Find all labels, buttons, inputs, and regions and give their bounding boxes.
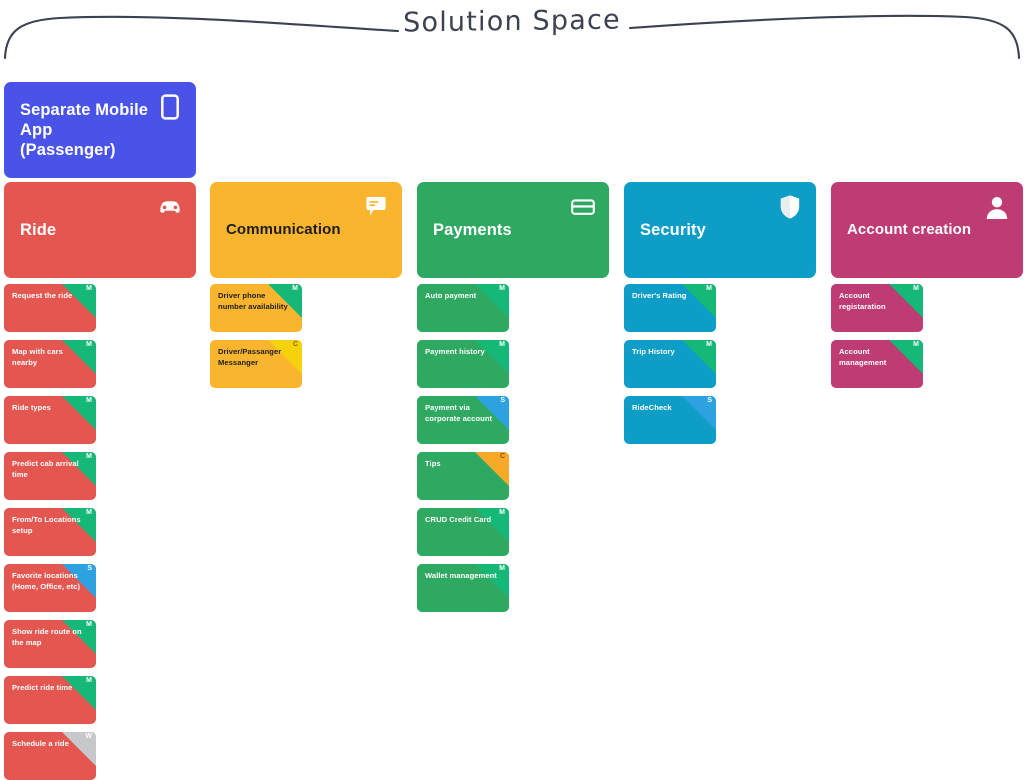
story-card[interactable]: M Request the ride	[4, 284, 96, 332]
epic-card-ride[interactable]: Ride	[4, 182, 196, 278]
story-grid-ride: M Request the ride M Map with cars nearby M R…	[4, 284, 196, 780]
epic-title: Security	[640, 220, 706, 239]
story-label: Ride types	[12, 403, 51, 412]
priority-badge-letter: M	[86, 677, 92, 684]
story-card[interactable]: M Show ride route on the map	[4, 620, 96, 668]
story-label: Trip History	[632, 347, 675, 356]
story-card[interactable]: M CRUD Credit Card	[417, 508, 509, 556]
priority-badge-letter: M	[292, 285, 298, 292]
story-label: Request the ride	[12, 291, 73, 300]
priority-badge-letter: M	[499, 285, 505, 292]
story-card[interactable]: M Auto payment	[417, 284, 509, 332]
story-card[interactable]: S Payment via corporate account	[417, 396, 509, 444]
story-label: Payment history	[425, 347, 485, 356]
story-label: Payment via corporate account	[425, 403, 493, 423]
user-icon	[984, 194, 1010, 220]
story-card[interactable]: M Predict ride time	[4, 676, 96, 724]
story-grid-payments: M Auto payment M Payment history S Payment vi…	[417, 284, 609, 612]
story-label: Driver's Rating	[632, 291, 687, 300]
story-label: Predict ride time	[12, 683, 73, 692]
priority-badge-letter: S	[707, 397, 712, 404]
epic-title: Payments	[433, 220, 512, 239]
story-label: Favorite locations (Home, Office, etc)	[12, 571, 81, 591]
priority-badge-letter: C	[499, 453, 505, 460]
priority-badge-letter: M	[86, 285, 92, 292]
epic-card-account-creation[interactable]: Account creation	[831, 182, 1023, 278]
story-card[interactable]: M Wallet management	[417, 564, 509, 612]
story-card[interactable]: M Predict cab arrival time	[4, 452, 96, 500]
story-label: Tips	[425, 459, 441, 468]
priority-badge-letter: M	[706, 341, 712, 348]
card-separate-mobile-app[interactable]: Separate Mobile App (Passenger)	[4, 82, 196, 178]
priority-badge-letter: M	[86, 397, 92, 404]
priority-badge-letter: M	[913, 341, 919, 348]
story-card[interactable]: C Tips	[417, 452, 509, 500]
story-card[interactable]: M Driver's Rating	[624, 284, 716, 332]
story-label: Schedule a ride	[12, 739, 69, 748]
priority-badge-letter: S	[87, 565, 92, 572]
priority-badge-letter: C	[292, 341, 298, 348]
story-grid-security: M Driver's Rating M Trip History S RideCheck	[624, 284, 816, 444]
story-label: Wallet management	[425, 571, 497, 580]
priority-badge-letter: M	[499, 565, 505, 572]
epic-card-security[interactable]: Security	[624, 182, 816, 278]
solution-space-board: Separate Mobile App (Passenger) Ride M Req…	[0, 72, 1024, 780]
story-card[interactable]: S RideCheck	[624, 396, 716, 444]
story-card[interactable]: M Map with cars nearby	[4, 340, 96, 388]
story-card[interactable]: M Account registaration	[831, 284, 923, 332]
story-label: Driver/Passanger Messanger	[218, 347, 282, 367]
story-card[interactable]: M Trip History	[624, 340, 716, 388]
chat-bubble-icon	[363, 194, 389, 220]
story-card[interactable]: M Ride types	[4, 396, 96, 444]
story-label: Map with cars nearby	[12, 347, 63, 367]
story-label: Predict cab arrival time	[12, 459, 79, 479]
priority-badge-letter: M	[86, 453, 92, 460]
story-label: CRUD Credit Card	[425, 515, 492, 524]
epic-title: Communication	[226, 220, 341, 238]
story-label: Driver phone number availability	[218, 291, 288, 311]
story-grid-account-creation: M Account registaration M Account managemen…	[831, 284, 1023, 388]
epic-title: Ride	[20, 220, 57, 239]
board-header: Solution Space	[0, 0, 1024, 72]
story-label: Account management	[839, 347, 887, 367]
car-icon	[157, 194, 183, 220]
story-card[interactable]: S Favorite locations (Home, Office, etc)	[4, 564, 96, 612]
story-card[interactable]: W Schedule a ride	[4, 732, 96, 780]
mobile-phone-icon	[157, 94, 183, 120]
story-card[interactable]: M Account management	[831, 340, 923, 388]
priority-badge-letter: M	[499, 341, 505, 348]
epic-card-payments[interactable]: Payments	[417, 182, 609, 278]
shield-icon	[777, 194, 803, 220]
priority-badge-letter: M	[706, 285, 712, 292]
card-title: Separate Mobile App (Passenger)	[20, 100, 149, 160]
story-label: Account registaration	[839, 291, 886, 311]
priority-badge-letter: M	[86, 509, 92, 516]
story-label: RideCheck	[632, 403, 672, 412]
priority-badge-letter: M	[913, 285, 919, 292]
priority-badge-letter: S	[500, 397, 505, 404]
priority-badge-letter: M	[499, 509, 505, 516]
story-card[interactable]: M From/To Locations setup	[4, 508, 96, 556]
story-card[interactable]: C Driver/Passanger Messanger	[210, 340, 302, 388]
story-label: Auto payment	[425, 291, 477, 300]
priority-badge-letter: W	[85, 733, 92, 740]
epic-card-communication[interactable]: Communication	[210, 182, 402, 278]
priority-badge-letter: M	[86, 621, 92, 628]
story-card[interactable]: M Payment history	[417, 340, 509, 388]
priority-badge-letter: M	[86, 341, 92, 348]
story-label: Show ride route on the map	[12, 627, 82, 647]
story-label: From/To Locations setup	[12, 515, 81, 535]
story-card[interactable]: M Driver phone number availability	[210, 284, 302, 332]
credit-card-icon	[570, 194, 596, 220]
epic-title: Account creation	[847, 220, 972, 238]
story-grid-communication: M Driver phone number availability C Driver…	[210, 284, 402, 388]
